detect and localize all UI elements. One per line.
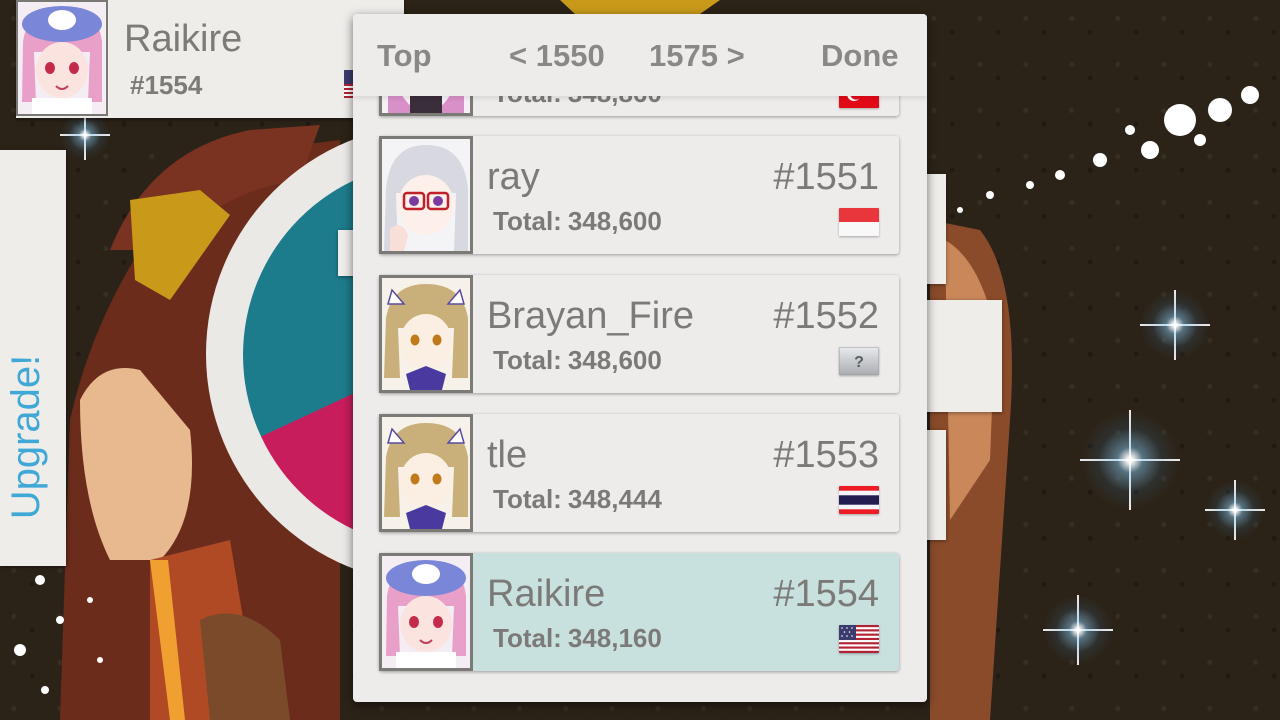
- player-name: Raikire: [124, 18, 243, 60]
- row-rank: #1554: [773, 573, 879, 615]
- player-card[interactable]: Raikire #1554: [16, 0, 404, 118]
- sparkle-glow: [1043, 595, 1113, 665]
- total-value: 348,444: [567, 484, 662, 514]
- row-total: Total: 348,600: [493, 345, 662, 376]
- svg-text:?: ?: [854, 354, 864, 371]
- player-rank: #1554: [130, 70, 203, 100]
- total-label: Total:: [493, 484, 562, 514]
- total-value: 348,600: [567, 206, 662, 236]
- leaderboard-row[interactable]: ray #1551 Total: 348,600: [379, 136, 899, 254]
- sparkle-glow: [1140, 290, 1210, 360]
- previous-page-button[interactable]: < 1550: [509, 38, 605, 74]
- next-page-button[interactable]: 1575 >: [649, 38, 745, 74]
- row-rank: #1552: [773, 295, 879, 337]
- row-rank: #1551: [773, 156, 879, 198]
- sparkle-glow: [1080, 410, 1180, 510]
- row-name: tle: [487, 434, 528, 476]
- row-total: Total: 348,444: [493, 484, 662, 515]
- row-total: Total: 348,600: [493, 206, 662, 237]
- row-rank: #1553: [773, 434, 879, 476]
- upgrade-label: Upgrade!: [4, 354, 48, 520]
- total-label: Total:: [493, 623, 562, 653]
- unknown-flag-icon: ?: [839, 347, 879, 375]
- top-button[interactable]: Top: [377, 38, 432, 74]
- total-label: Total:: [493, 206, 562, 236]
- total-value: 348,160: [567, 623, 662, 653]
- avatar: [379, 553, 473, 671]
- total-label: Total:: [493, 345, 562, 375]
- upgrade-button[interactable]: Upgrade!: [0, 150, 66, 566]
- indonesia-flag-icon: [839, 208, 879, 236]
- leaderboard-list[interactable]: Total:348,860: [353, 14, 927, 702]
- dialog-header: Top < 1550 1575 > Done: [353, 14, 927, 96]
- total-value: 348,600: [567, 345, 662, 375]
- avatar: [379, 136, 473, 254]
- avatar: [379, 275, 473, 393]
- done-button[interactable]: Done: [821, 38, 899, 74]
- us-flag-icon: [839, 625, 879, 653]
- avatar: [16, 0, 108, 116]
- side-panel: [920, 300, 1002, 412]
- leaderboard-row-current[interactable]: Raikire #1554 Total: 348,160: [379, 553, 899, 671]
- thailand-flag-icon: [839, 486, 879, 514]
- leaderboard-dialog: Total:348,860: [353, 14, 927, 702]
- row-name: Brayan_Fire: [487, 295, 694, 337]
- avatar: [379, 414, 473, 532]
- leaderboard-row[interactable]: tle #1553 Total: 348,444: [379, 414, 899, 532]
- leaderboard-row[interactable]: Brayan_Fire #1552 Total: 348,600 ?: [379, 275, 899, 393]
- row-name: Raikire: [487, 573, 606, 615]
- row-total: Total: 348,160: [493, 623, 662, 654]
- row-name: ray: [487, 156, 540, 198]
- sparkle-glow: [1205, 480, 1265, 540]
